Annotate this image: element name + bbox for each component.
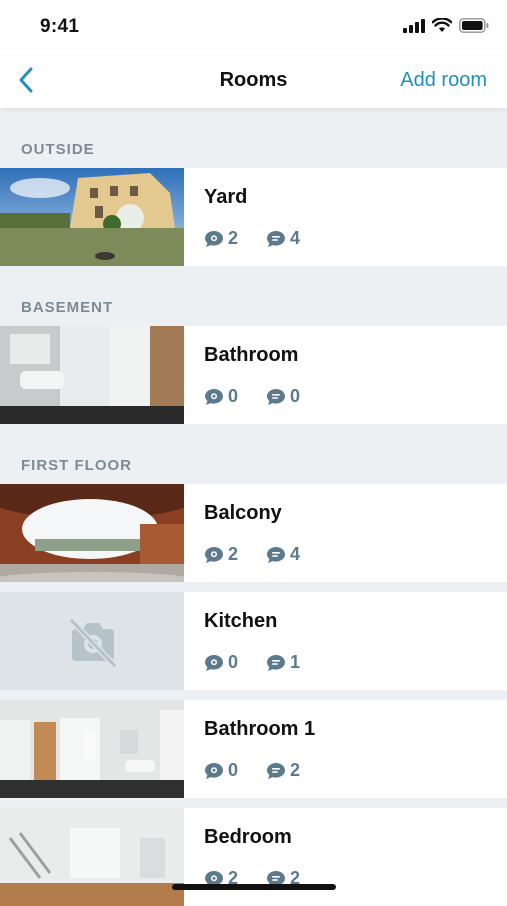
home-indicator[interactable] xyxy=(172,884,336,890)
comments-value: 2 xyxy=(228,228,239,248)
notes-count: 4 xyxy=(266,544,300,565)
notes-count: 0 xyxy=(266,386,300,407)
note-icon xyxy=(266,230,286,248)
comments-value: 2 xyxy=(228,544,239,564)
comment-icon xyxy=(204,230,224,248)
room-counts: 0 2 xyxy=(204,760,300,781)
comments-value: 0 xyxy=(228,652,239,672)
note-icon xyxy=(266,546,286,564)
no-photo-icon xyxy=(66,615,120,667)
room-row-kitchen[interactable]: Kitchen 0 1 xyxy=(0,592,507,690)
room-counts: 2 4 xyxy=(204,544,300,565)
notes-value: 4 xyxy=(290,544,301,564)
room-name: Bathroom xyxy=(204,344,299,366)
notes-value: 0 xyxy=(290,386,301,406)
room-row-balcony[interactable]: Balcony 2 4 xyxy=(0,484,507,582)
section-header-outside: OUTSIDE xyxy=(0,108,507,168)
balcony-panorama xyxy=(0,484,184,582)
notes-count: 4 xyxy=(266,228,300,249)
room-name: Bedroom xyxy=(204,826,292,848)
room-name: Balcony xyxy=(204,502,282,524)
notes-count: 2 xyxy=(266,760,300,781)
status-icons xyxy=(403,17,489,38)
row-gap xyxy=(0,690,507,700)
row-gap xyxy=(0,582,507,592)
comments-count: 2 xyxy=(204,228,238,249)
section-header-first-floor: FIRST FLOOR xyxy=(0,424,507,484)
wifi-icon xyxy=(431,17,453,38)
add-room-button[interactable]: Add room xyxy=(400,69,487,92)
comment-icon xyxy=(204,388,224,406)
comments-count: 0 xyxy=(204,386,238,407)
room-counts: 0 1 xyxy=(204,652,300,673)
comment-icon xyxy=(204,654,224,672)
room-name: Yard xyxy=(204,186,248,208)
signal-icon xyxy=(403,18,425,38)
comments-count: 2 xyxy=(204,544,238,565)
yard-panorama xyxy=(0,168,184,266)
bedroom-panorama xyxy=(0,808,184,906)
status-bar: 9:41 xyxy=(0,0,507,56)
section-title: OUTSIDE xyxy=(21,141,95,158)
comments-value: 0 xyxy=(228,386,239,406)
kitchen-thumbnail xyxy=(0,592,184,690)
notes-value: 2 xyxy=(290,760,301,780)
status-time: 9:41 xyxy=(40,16,80,37)
navigation-bar: Rooms Add room xyxy=(0,56,507,108)
section-header-basement: BASEMENT xyxy=(0,266,507,326)
room-counts: 2 4 xyxy=(204,228,300,249)
comments-value: 0 xyxy=(228,760,239,780)
section-title: FIRST FLOOR xyxy=(21,457,132,474)
rooms-list: OUTSIDE Yard 2 4 BASEMENT Bathroom 0 0 F… xyxy=(0,108,507,906)
room-row-bathroom-1[interactable]: Bathroom 1 0 2 xyxy=(0,700,507,798)
notes-value: 4 xyxy=(290,228,301,248)
room-name: Kitchen xyxy=(204,610,278,632)
bathroom1-panorama xyxy=(0,700,184,798)
bathroom-panorama xyxy=(0,326,184,424)
comments-count: 0 xyxy=(204,652,238,673)
room-counts: 0 0 xyxy=(204,386,300,407)
section-title: BASEMENT xyxy=(21,299,114,316)
room-row-bedroom[interactable]: Bedroom 2 2 xyxy=(0,808,507,906)
comment-icon xyxy=(204,546,224,564)
room-name: Bathroom 1 xyxy=(204,718,316,740)
battery-icon xyxy=(459,18,489,38)
note-icon xyxy=(266,762,286,780)
notes-value: 1 xyxy=(290,652,301,672)
comments-count: 0 xyxy=(204,760,238,781)
note-icon xyxy=(266,388,286,406)
room-row-bathroom[interactable]: Bathroom 0 0 xyxy=(0,326,507,424)
room-row-yard[interactable]: Yard 2 4 xyxy=(0,168,507,266)
notes-count: 1 xyxy=(266,652,300,673)
row-gap xyxy=(0,798,507,808)
note-icon xyxy=(266,654,286,672)
comment-icon xyxy=(204,762,224,780)
